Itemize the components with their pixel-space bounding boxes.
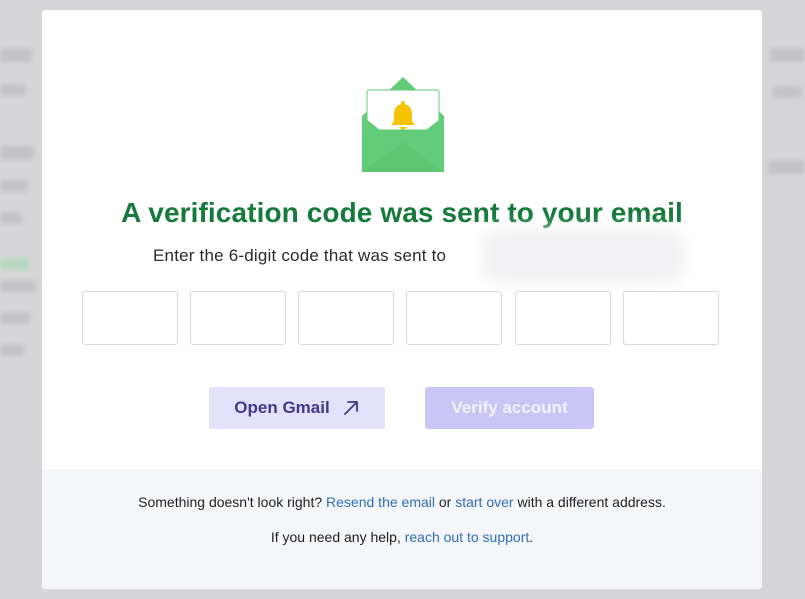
footer-text: or (434, 494, 456, 510)
redacted-email (483, 230, 683, 282)
code-digit-2[interactable] (190, 291, 286, 345)
backdrop-text (768, 160, 805, 174)
backdrop-text (0, 280, 36, 292)
code-digit-4[interactable] (406, 291, 502, 345)
backdrop-text (0, 180, 28, 192)
arrow-up-right-icon (342, 399, 360, 417)
support-link[interactable]: reach out to support (405, 529, 530, 545)
backdrop-text (0, 344, 24, 356)
footer-text: with a different address. (513, 494, 666, 510)
footer-text: . (529, 529, 534, 545)
code-digit-5[interactable] (515, 291, 611, 345)
instruction-text: Enter the 6-digit code that was sent to (153, 246, 447, 265)
backdrop-text (0, 146, 34, 160)
open-gmail-label: Open Gmail (234, 398, 330, 417)
envelope-open-icon (362, 77, 444, 172)
footer-line-support: If you need any help, reach out to suppo… (42, 528, 762, 546)
backdrop-text (0, 258, 30, 270)
code-digit-6[interactable] (623, 291, 719, 345)
backdrop-text (0, 312, 30, 324)
backdrop-text (772, 86, 802, 98)
backdrop-text (0, 48, 32, 62)
footer-text: Something doesn't look right? (138, 494, 327, 510)
backdrop-text (0, 84, 26, 96)
backdrop-text (770, 48, 805, 62)
code-digit-1[interactable] (82, 291, 178, 345)
verify-account-button[interactable]: Verify account (425, 387, 594, 429)
resend-email-link[interactable]: Resend the email (326, 494, 435, 510)
help-footer: Something doesn't look right? Resend the… (42, 469, 762, 589)
page-title: A verification code was sent to your ema… (121, 197, 683, 228)
open-gmail-button[interactable]: Open Gmail (209, 387, 385, 429)
footer-text: If you need any help, (270, 529, 405, 545)
start-over-link[interactable]: start over (455, 494, 513, 510)
footer-line-resend: Something doesn't look right? Resend the… (42, 493, 762, 511)
code-digit-3[interactable] (298, 291, 394, 345)
backdrop-text (0, 212, 22, 224)
verification-dialog: A verification code was sent to your ema… (42, 10, 762, 589)
